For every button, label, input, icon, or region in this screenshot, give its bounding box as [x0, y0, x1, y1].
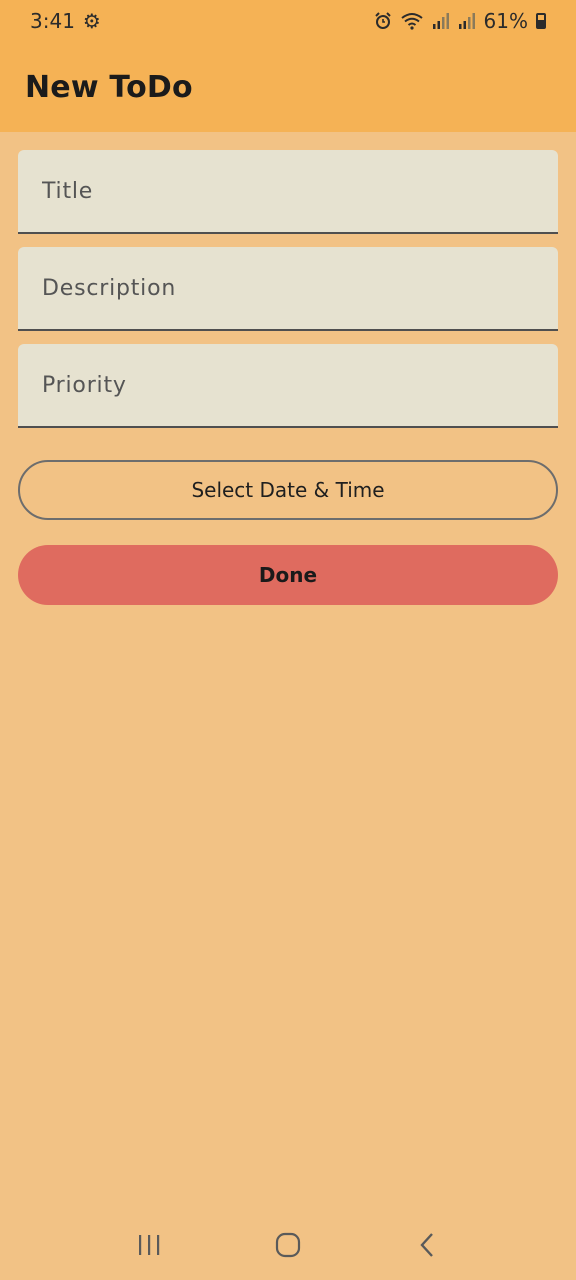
description-input[interactable] [42, 275, 558, 301]
page-title: New ToDo [25, 69, 193, 105]
home-icon[interactable] [268, 1225, 308, 1265]
status-bar: 3:41 ⚙ 61% [0, 0, 576, 42]
battery-percent: 61% [483, 9, 528, 33]
back-icon[interactable] [407, 1225, 447, 1265]
status-time: 3:41 [30, 9, 75, 33]
status-right: 61% [374, 9, 546, 33]
priority-field[interactable] [18, 344, 558, 428]
priority-input[interactable] [42, 372, 558, 398]
alarm-icon [374, 12, 391, 29]
recents-icon[interactable] [129, 1225, 169, 1265]
select-date-time-button[interactable]: Select Date & Time [18, 460, 558, 520]
title-field[interactable] [18, 150, 558, 234]
wifi-icon [400, 13, 423, 30]
app-bar: New ToDo [0, 42, 576, 132]
navigation-bar [0, 1210, 576, 1280]
settings-gear-icon: ⚙ [82, 9, 101, 33]
signal-icon [432, 13, 449, 29]
signal-icon-2 [458, 13, 475, 29]
battery-icon [536, 13, 546, 29]
description-field[interactable] [18, 247, 558, 331]
title-input[interactable] [42, 178, 558, 204]
done-button[interactable]: Done [18, 545, 558, 605]
status-left: 3:41 ⚙ [30, 9, 101, 33]
